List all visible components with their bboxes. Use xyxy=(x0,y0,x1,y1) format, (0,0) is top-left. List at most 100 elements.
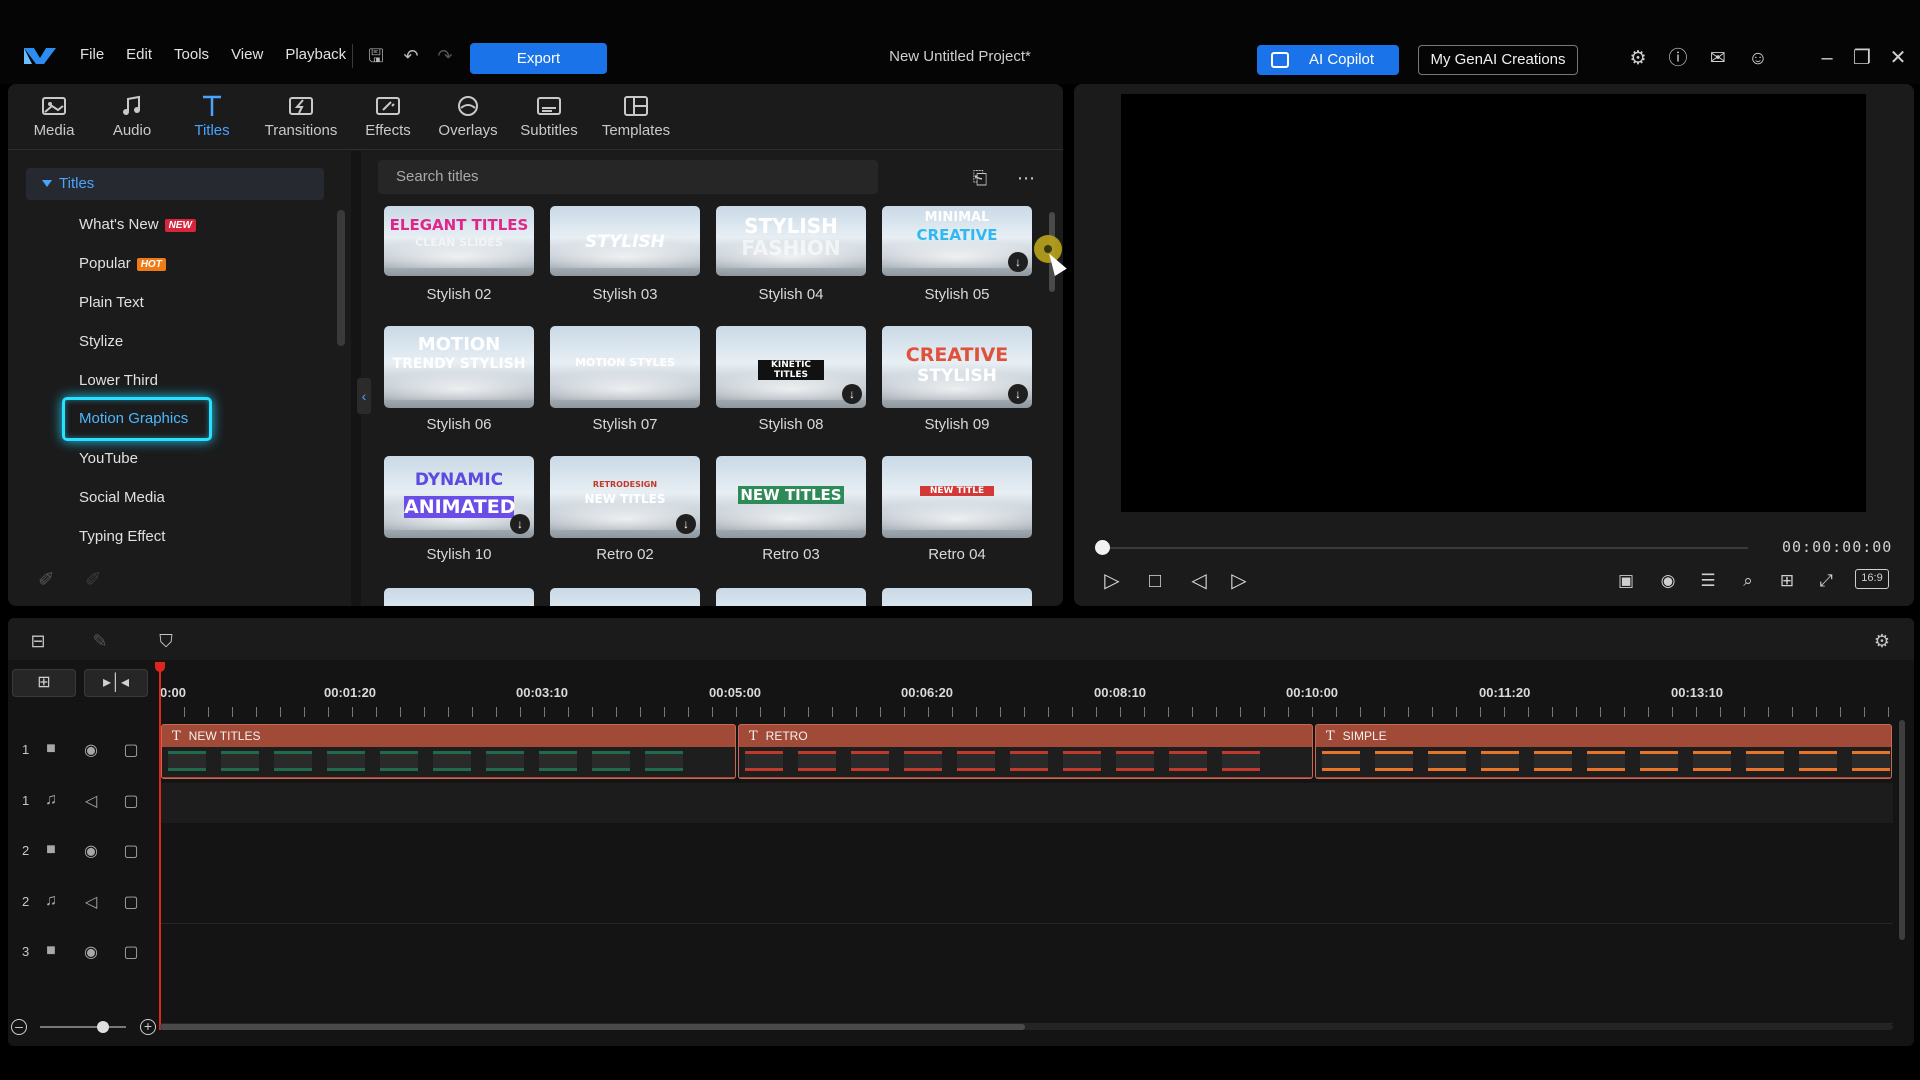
fullscreen-icon[interactable]: ⤢ xyxy=(1813,569,1839,593)
template-thumb-retro-03[interactable]: NEW TITLES xyxy=(716,456,866,538)
download-icon[interactable]: ↓ xyxy=(676,514,696,534)
undo-icon[interactable]: ↶ xyxy=(400,45,422,67)
sidebar-item-youtube[interactable]: YouTube xyxy=(79,450,138,467)
zoom-preview-icon[interactable]: ⌕ xyxy=(1735,569,1761,593)
tab-transitions[interactable]: Transitions xyxy=(258,94,344,139)
track-lane[interactable] xyxy=(160,924,1893,1024)
lock-icon[interactable]: ▢ xyxy=(120,791,142,811)
sidebar-item-motion-graphics[interactable]: Motion Graphics xyxy=(62,397,212,441)
collapse-sidebar-icon[interactable]: ‹ xyxy=(357,378,371,414)
clip-retro[interactable]: T RETRO xyxy=(738,724,1313,779)
tab-media[interactable]: Media xyxy=(26,94,82,139)
close-icon[interactable]: ✕ xyxy=(1886,46,1910,70)
lock-icon[interactable]: ▢ xyxy=(120,841,142,861)
search-input[interactable]: Search titles xyxy=(378,160,878,194)
import-title-icon[interactable]: ⎗ xyxy=(968,166,992,190)
next-frame-icon[interactable]: ▷ xyxy=(1226,568,1252,594)
subtitle-toggle-icon[interactable]: ☰ xyxy=(1695,569,1721,593)
menu-tools[interactable]: Tools xyxy=(174,46,209,63)
timeline-layout-icon[interactable]: ⊟ xyxy=(24,627,52,655)
layout-grid-icon[interactable]: ⊞ xyxy=(1774,569,1800,593)
timeline-settings-icon[interactable]: ⚙ xyxy=(1868,627,1896,655)
lock-icon[interactable]: ▢ xyxy=(120,993,142,997)
restore-icon[interactable]: ❐ xyxy=(1850,46,1874,70)
template-thumb-stylish-08[interactable]: KINETIC TITLES ↓ xyxy=(716,326,866,408)
sidebar-item-typing-effect[interactable]: Typing Effect xyxy=(79,528,165,545)
tab-subtitles[interactable]: Subtitles xyxy=(513,94,585,139)
template-thumb-partial[interactable] xyxy=(716,588,866,606)
sidebar-header-titles[interactable]: Titles xyxy=(26,168,324,200)
ai-copilot-button[interactable]: AI Copilot xyxy=(1257,45,1399,75)
save-icon[interactable]: 🖫 xyxy=(365,45,387,67)
clip-new-titles[interactable]: T NEW TITLES xyxy=(161,724,736,779)
more-options-icon[interactable]: ⋯ xyxy=(1014,166,1038,190)
snapshot-camera-icon[interactable]: ▣ xyxy=(1613,569,1639,593)
zoom-slider-track[interactable] xyxy=(40,1026,126,1028)
timeline-vertical-scrollbar[interactable] xyxy=(1899,720,1905,940)
track-lane[interactable] xyxy=(160,823,1893,924)
speaker-icon[interactable]: ◁ xyxy=(80,892,102,912)
speaker-icon[interactable]: ◁ xyxy=(80,993,102,997)
tab-overlays[interactable]: Overlays xyxy=(432,94,504,139)
menu-file[interactable]: File xyxy=(80,46,104,63)
timeline-horizontal-scrollbar[interactable] xyxy=(160,1024,1025,1030)
sidebar-item-lower-third[interactable]: Lower Third xyxy=(79,372,158,389)
tab-templates[interactable]: Templates xyxy=(592,94,680,139)
template-thumb-stylish-09[interactable]: CREATIVE STYLISH ↓ xyxy=(882,326,1032,408)
marker-shield-icon[interactable]: ⛉ xyxy=(152,627,180,655)
sidebar-item-popular[interactable]: Popular HOT xyxy=(79,255,166,272)
genai-creations-button[interactable]: My GenAI Creations xyxy=(1418,45,1578,75)
tab-audio[interactable]: Audio xyxy=(104,94,160,139)
template-thumb-stylish-10[interactable]: DYNAMIC ANIMATED ↓ xyxy=(384,456,534,538)
aspect-ratio-selector[interactable]: 16:9 xyxy=(1855,569,1889,589)
menu-view[interactable]: View xyxy=(231,46,263,63)
fit-timeline-button[interactable]: ▸│◂ xyxy=(84,669,148,697)
template-thumb-stylish-05[interactable]: MINIMAL CREATIVE ↓ xyxy=(882,206,1032,276)
template-thumb-partial[interactable] xyxy=(882,588,1032,606)
account-icon[interactable]: ☺ xyxy=(1746,47,1770,71)
audio-track-1-lane[interactable] xyxy=(160,783,1893,823)
download-icon[interactable]: ↓ xyxy=(1008,252,1028,272)
feedback-icon[interactable]: ✉ xyxy=(1706,47,1730,71)
add-track-button[interactable]: ⊞ xyxy=(12,669,76,697)
previous-frame-icon[interactable]: ◁ xyxy=(1186,568,1212,594)
play-icon[interactable]: ▷ xyxy=(1099,568,1125,594)
download-icon[interactable]: ↓ xyxy=(842,384,862,404)
minimize-icon[interactable]: – xyxy=(1815,46,1839,70)
eye-icon[interactable]: ◉ xyxy=(80,942,102,962)
template-thumb-stylish-03[interactable]: STYLISH xyxy=(550,206,700,276)
zoom-in-icon[interactable]: + xyxy=(140,1019,156,1035)
template-thumb-partial[interactable] xyxy=(384,588,534,606)
add-tag-icon[interactable]: ✐ xyxy=(38,567,55,592)
redo-icon[interactable]: ↷ xyxy=(434,45,456,67)
template-thumb-partial[interactable] xyxy=(550,588,700,606)
zoom-slider-handle[interactable] xyxy=(97,1021,109,1033)
template-thumb-stylish-06[interactable]: MOTION TRENDY STYLISH xyxy=(384,326,534,408)
edit-pen-icon[interactable]: ✎ xyxy=(86,627,114,655)
tab-effects[interactable]: Effects xyxy=(358,94,418,139)
sidebar-item-plain-text[interactable]: Plain Text xyxy=(79,294,144,311)
download-icon[interactable]: ↓ xyxy=(510,514,530,534)
sidebar-item-social-media[interactable]: Social Media xyxy=(79,489,165,506)
template-thumb-stylish-04[interactable]: STYLISH FASHION xyxy=(716,206,866,276)
timeline-ruler[interactable]: 0:00 00:01:20 00:03:10 00:05:00 00:06:20… xyxy=(160,665,1894,721)
template-thumb-stylish-07[interactable]: MOTION STYLES xyxy=(550,326,700,408)
clip-simple[interactable]: T SIMPLE xyxy=(1315,724,1892,779)
menu-playback[interactable]: Playback xyxy=(285,46,346,63)
export-button[interactable]: Export xyxy=(470,43,607,74)
sidebar-item-whats-new[interactable]: What's New NEW xyxy=(79,216,196,233)
sidebar-scrollbar[interactable] xyxy=(337,210,345,346)
lock-icon[interactable]: ▢ xyxy=(120,740,142,760)
seek-handle[interactable] xyxy=(1095,540,1110,555)
template-thumb-retro-02[interactable]: RETRODESIGN NEW TITLES ↓ xyxy=(550,456,700,538)
seek-bar[interactable] xyxy=(1102,547,1748,549)
sidebar-item-stylize[interactable]: Stylize xyxy=(79,333,123,350)
lock-icon[interactable]: ▢ xyxy=(120,892,142,912)
settings-gear-icon[interactable]: ⚙ xyxy=(1626,47,1650,71)
render-preview-icon[interactable]: ◉ xyxy=(1655,569,1681,593)
timeline-playhead[interactable] xyxy=(155,662,165,1030)
menu-edit[interactable]: Edit xyxy=(126,46,152,63)
download-icon[interactable]: ↓ xyxy=(1008,384,1028,404)
remove-tag-icon[interactable]: ✐ xyxy=(85,567,102,592)
tab-titles[interactable]: Titles xyxy=(184,94,240,139)
